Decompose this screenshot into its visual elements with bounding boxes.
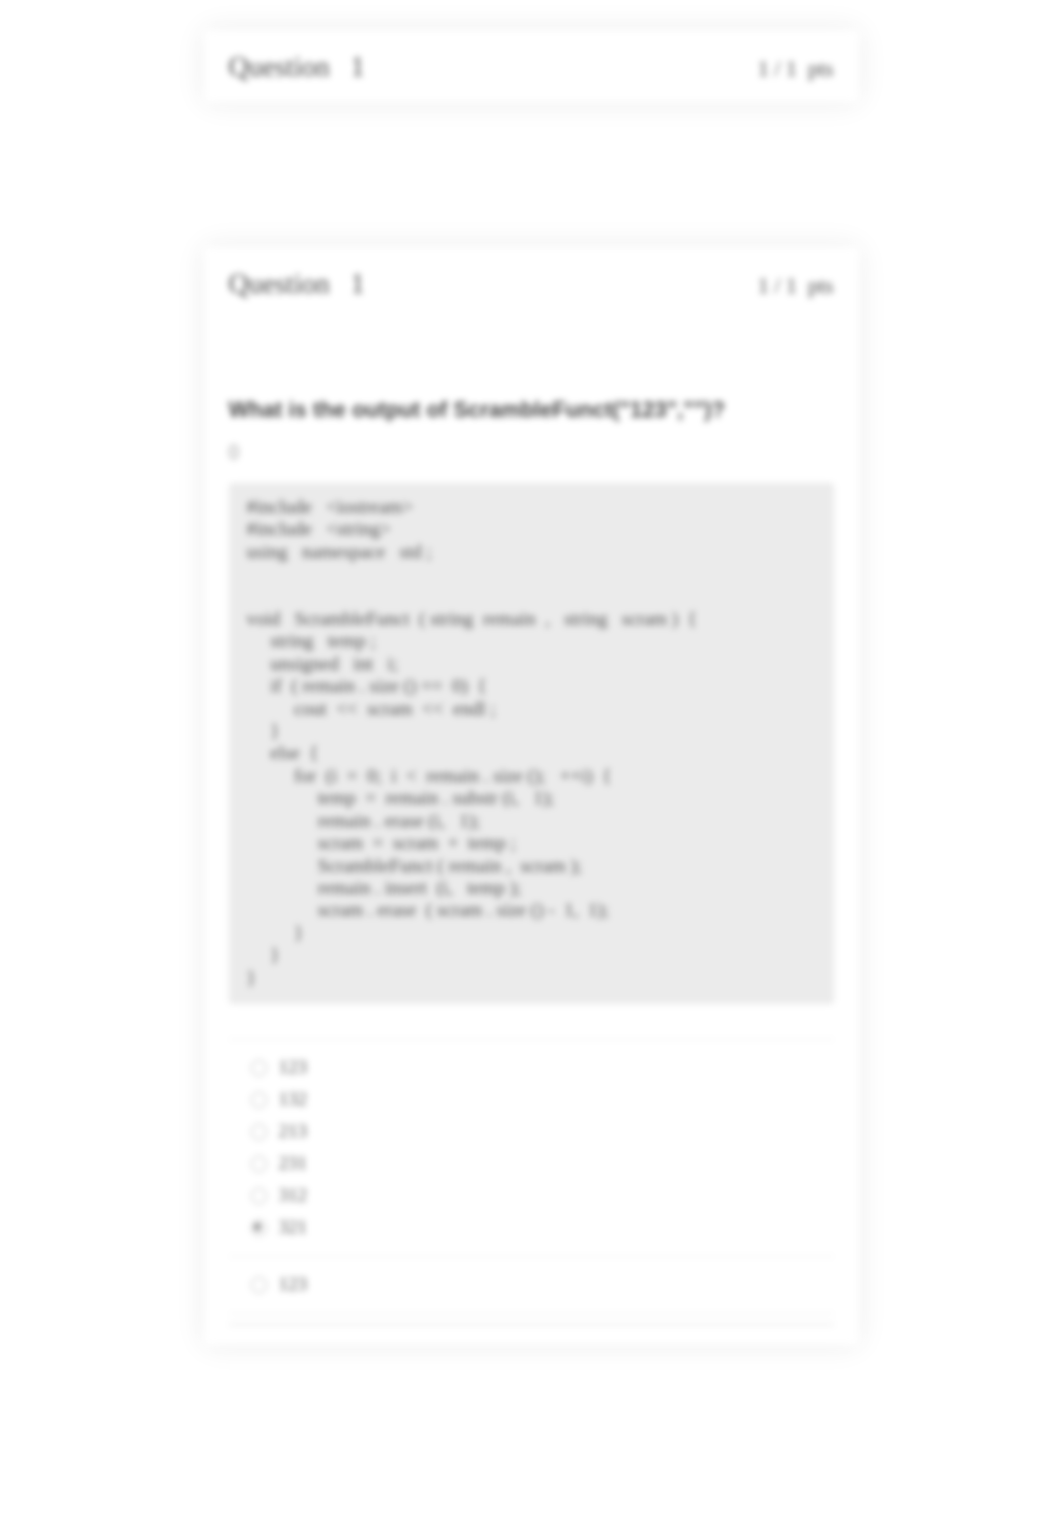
radio-icon[interactable] [251, 1188, 267, 1204]
answer-option-text: 123 [279, 1274, 308, 1296]
answer-option-text: 132 [279, 1089, 308, 1111]
score-total: 1 [786, 56, 797, 81]
radio-icon[interactable] [251, 1220, 267, 1236]
answer-option-line[interactable]: 321 [251, 1212, 834, 1244]
score-earned: 1 [758, 56, 769, 81]
question-points: 1 / 1 pts [758, 56, 834, 82]
question-number-main: 1 [351, 269, 365, 300]
white-gap [0, 102, 1062, 217]
answer-option-group[interactable]: 123 [229, 1257, 834, 1314]
question-number: 1 [351, 52, 365, 83]
radio-icon[interactable] [251, 1060, 267, 1076]
answer-option-group[interactable]: 123 132 213 231 312 321 [229, 1040, 834, 1257]
question-card-peek: Question 1 1 / 1 pts [204, 30, 859, 102]
score-earned-main: 1 [758, 273, 769, 298]
question-sub: () [229, 443, 834, 461]
answer-option-line[interactable]: 213 [251, 1116, 834, 1148]
code-block: #include <iostream> #include <string> us… [229, 483, 834, 1004]
radio-icon[interactable] [251, 1156, 267, 1172]
radio-icon[interactable] [251, 1124, 267, 1140]
question-label-num: Question 1 [229, 52, 365, 84]
answer-option-text: 321 [279, 1217, 308, 1239]
answer-option-line[interactable]: 231 [251, 1148, 834, 1180]
answer-option-text: 123 [279, 1057, 308, 1079]
answer-option-line[interactable]: 123 [251, 1269, 834, 1301]
answer-option-text: 231 [279, 1153, 308, 1175]
question-header-main: Question 1 1 / 1 pts [204, 247, 859, 319]
pts-label: pts [808, 56, 834, 81]
answer-option-text: 213 [279, 1121, 308, 1143]
question-card: Question 1 1 / 1 pts What is the output … [204, 247, 859, 1345]
question-label-num-main: Question 1 [229, 269, 365, 301]
question-word-main: Question [229, 269, 330, 300]
score-sep: / [774, 56, 780, 81]
score-total-main: 1 [786, 273, 797, 298]
question-word: Question [229, 52, 330, 83]
question-header: Question 1 1 / 1 pts [204, 30, 859, 102]
answer-option-line[interactable]: 312 [251, 1180, 834, 1212]
answer-option-line[interactable]: 132 [251, 1084, 834, 1116]
score-sep-main: / [774, 273, 780, 298]
radio-icon[interactable] [251, 1092, 267, 1108]
pts-label-main: pts [808, 273, 834, 298]
question-body: What is the output of ScrambleFunct("123… [204, 389, 859, 1345]
question-points-main: 1 / 1 pts [758, 273, 834, 299]
answer-option-text: 312 [279, 1185, 308, 1207]
inner-gap [204, 319, 859, 389]
radio-icon[interactable] [251, 1277, 267, 1293]
answer-options: 123 132 213 231 312 321 123 [229, 1039, 834, 1325]
divider [229, 1324, 834, 1325]
question-prompt: What is the output of ScrambleFunct("123… [229, 397, 834, 423]
answer-option-line[interactable]: 123 [251, 1052, 834, 1084]
